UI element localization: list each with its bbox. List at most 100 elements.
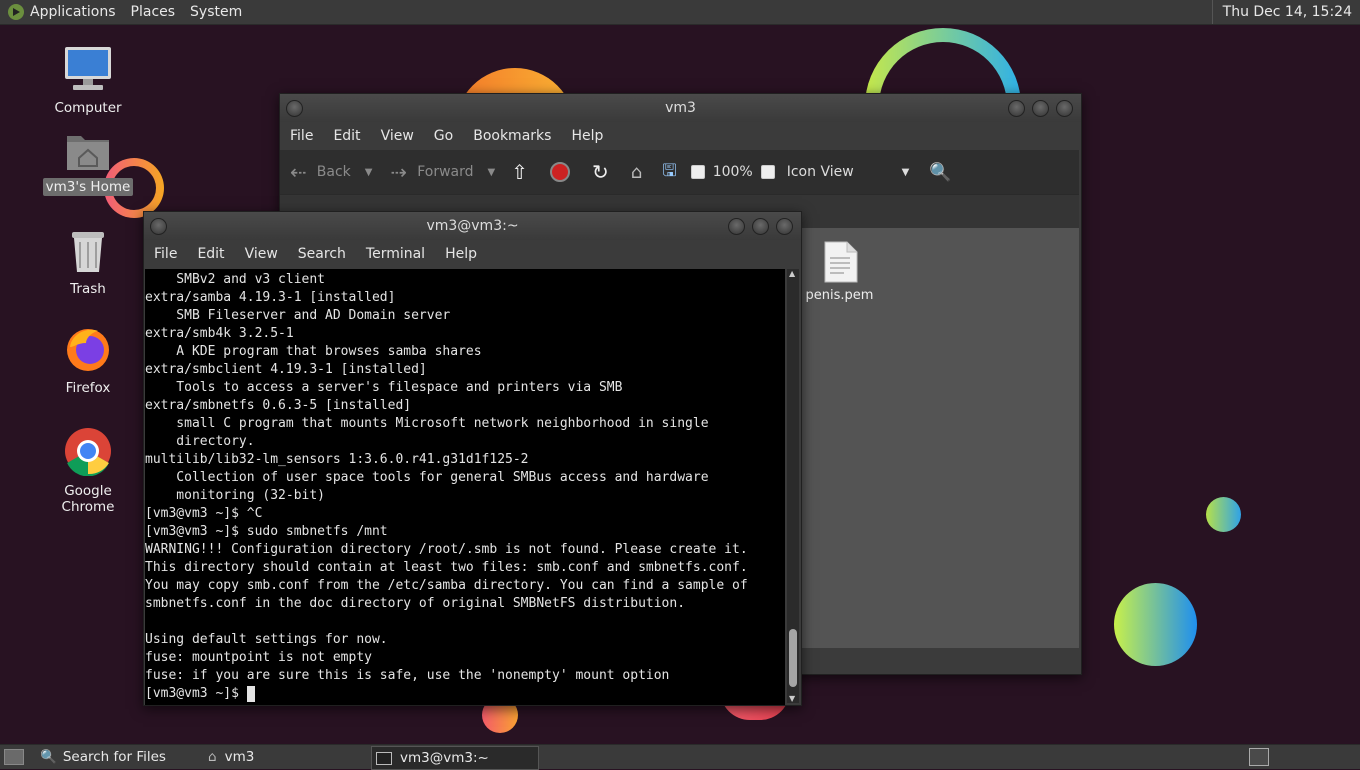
terminal-scrollbar[interactable]: ▲ ▼: [787, 269, 799, 703]
search-icon[interactable]: 🔍: [929, 162, 951, 183]
terminal-line: directory.: [145, 434, 255, 449]
minimize-button[interactable]: [728, 218, 745, 235]
document-icon: [824, 241, 857, 283]
terminal-line: [vm3@vm3 ~]$ sudo smbnetfs /mnt: [145, 524, 388, 539]
desktop-icon-label: Computer: [54, 100, 122, 116]
terminal-line: A KDE program that browses samba shares: [145, 344, 482, 359]
terminal-line: SMB Fileserver and AD Domain server: [145, 308, 451, 323]
desktop-icon-label: Firefox: [65, 380, 111, 396]
chevron-down-icon[interactable]: ▼: [365, 167, 373, 178]
stop-icon[interactable]: [550, 162, 571, 182]
places-menu[interactable]: Places: [131, 4, 176, 20]
maximize-button[interactable]: [1032, 100, 1049, 117]
task-search-for-files[interactable]: 🔍 Search for Files: [36, 746, 196, 768]
terminal-line: Collection of user space tools for gener…: [145, 470, 709, 485]
terminal-line: [vm3@vm3 ~]$ ^C: [145, 506, 263, 521]
show-desktop-icon[interactable]: [4, 749, 24, 765]
menu-bookmarks[interactable]: Bookmarks: [473, 128, 551, 144]
terminal-line: extra/smbnetfs 0.6.3-5 [installed]: [145, 398, 412, 413]
computer-icon: [65, 47, 111, 90]
terminal-window: vm3@vm3:~ File Edit View Search Terminal…: [143, 211, 802, 706]
back-button[interactable]: ⇠ Back ▼: [290, 160, 372, 184]
zoom-out-icon[interactable]: [690, 165, 705, 179]
search-icon: 🔍: [40, 749, 57, 765]
chevron-down-icon[interactable]: ▼: [488, 167, 496, 178]
task-vm3[interactable]: ⌂ vm3: [204, 746, 364, 768]
terminal-line: small C program that mounts Microsoft ne…: [145, 416, 709, 431]
reload-icon[interactable]: ↻: [592, 160, 609, 184]
minimize-button[interactable]: [1008, 100, 1025, 117]
terminal-line: You may copy smb.conf from the /etc/samb…: [145, 578, 748, 593]
terminal-titlebar[interactable]: vm3@vm3:~: [144, 212, 801, 240]
desktop-icon-trash[interactable]: Trash: [38, 228, 138, 298]
menu-search[interactable]: Search: [298, 246, 346, 262]
view-mode-select[interactable]: Icon View ▼: [787, 164, 910, 180]
close-button[interactable]: [776, 218, 793, 235]
file-manager-menubar: File Edit View Go Bookmarks Help: [280, 122, 1081, 150]
menu-edit[interactable]: Edit: [333, 128, 360, 144]
file-manager-titlebar[interactable]: vm3: [280, 94, 1081, 122]
terminal-prompt-line: [vm3@vm3 ~]$: [145, 685, 785, 703]
desktop-icon-chrome[interactable]: Google Chrome: [38, 426, 138, 516]
computer-icon[interactable]: 🖫: [662, 158, 676, 187]
terminal-cursor: [246, 686, 255, 702]
scroll-up-arrow-icon[interactable]: ▲: [789, 269, 795, 278]
up-arrow-icon[interactable]: ⇧: [511, 160, 528, 184]
firefox-icon: [67, 329, 109, 371]
file-item[interactable]: penis.pem: [802, 240, 877, 303]
back-arrow-icon: ⇠: [290, 160, 307, 184]
clock[interactable]: Thu Dec 14, 15:24: [1211, 0, 1360, 24]
terminal-line: Tools to access a server's filespace and…: [145, 380, 623, 395]
menu-view[interactable]: View: [381, 128, 414, 144]
menu-file[interactable]: File: [290, 128, 313, 144]
task-label: vm3@vm3:~: [400, 750, 489, 766]
desktop-icon-firefox[interactable]: Firefox: [38, 325, 138, 397]
forward-button[interactable]: ⇢ Forward ▼: [390, 160, 495, 184]
chrome-icon: [65, 428, 111, 477]
desktop-icon-label: Google Chrome: [61, 483, 115, 515]
menu-terminal[interactable]: Terminal: [366, 246, 425, 262]
system-menu[interactable]: System: [190, 4, 242, 20]
maximize-button[interactable]: [752, 218, 769, 235]
back-label: Back: [316, 164, 351, 180]
zoom-level[interactable]: 100%: [713, 164, 753, 180]
home-folder-icon: [67, 136, 109, 170]
task-label: Search for Files: [62, 749, 166, 765]
window-title: vm3: [665, 100, 696, 116]
trash-icon: [72, 232, 104, 272]
menu-view[interactable]: View: [245, 246, 278, 262]
top-panel: Applications Places System Thu Dec 14, 1…: [0, 0, 1360, 25]
menu-file[interactable]: File: [154, 246, 177, 262]
scrollbar-thumb[interactable]: [789, 629, 797, 687]
view-mode-label: Icon View: [786, 164, 854, 180]
desktop-icon-home[interactable]: vm3's Home: [38, 128, 138, 196]
window-title: vm3@vm3:~: [426, 218, 519, 234]
menu-edit[interactable]: Edit: [197, 246, 224, 262]
scroll-down-arrow-icon[interactable]: ▼: [789, 694, 795, 703]
terminal-menubar: File Edit View Search Terminal Help: [144, 240, 801, 268]
close-button[interactable]: [1056, 100, 1073, 117]
terminal-line: extra/smb4k 3.2.5-1: [145, 326, 294, 341]
file-name: penis.pem: [805, 288, 874, 303]
file-manager-toolbar: ⇠ Back ▼ ⇢ Forward ▼ ⇧ ↻ ⌂ 🖫 100% Icon V…: [280, 150, 1079, 194]
terminal-icon: [376, 751, 392, 765]
terminal-line: fuse: if you are sure this is safe, use …: [145, 668, 670, 683]
workspace-switcher-icon[interactable]: [1249, 748, 1269, 766]
wallpaper-dot-large: [1114, 583, 1197, 666]
menu-help[interactable]: Help: [571, 128, 603, 144]
menu-help[interactable]: Help: [445, 246, 477, 262]
terminal-line: smbnetfs.conf in the doc directory of or…: [145, 596, 686, 611]
terminal-output[interactable]: SMBv2 and v3 client extra/samba 4.19.3-1…: [145, 269, 785, 705]
forward-label: Forward: [417, 164, 474, 180]
terminal-line: SMBv2 and v3 client: [145, 272, 326, 287]
home-icon[interactable]: ⌂: [631, 162, 642, 183]
terminal-line: This directory should contain at least t…: [145, 560, 748, 575]
desktop-icon-computer[interactable]: Computer: [38, 45, 138, 117]
applications-menu[interactable]: Applications: [30, 4, 116, 20]
task-terminal[interactable]: vm3@vm3:~: [371, 746, 539, 770]
menu-go[interactable]: Go: [434, 128, 453, 144]
distro-logo-icon[interactable]: [8, 4, 24, 20]
zoom-in-icon[interactable]: [760, 165, 775, 179]
wallpaper-dot-small: [1206, 497, 1241, 532]
